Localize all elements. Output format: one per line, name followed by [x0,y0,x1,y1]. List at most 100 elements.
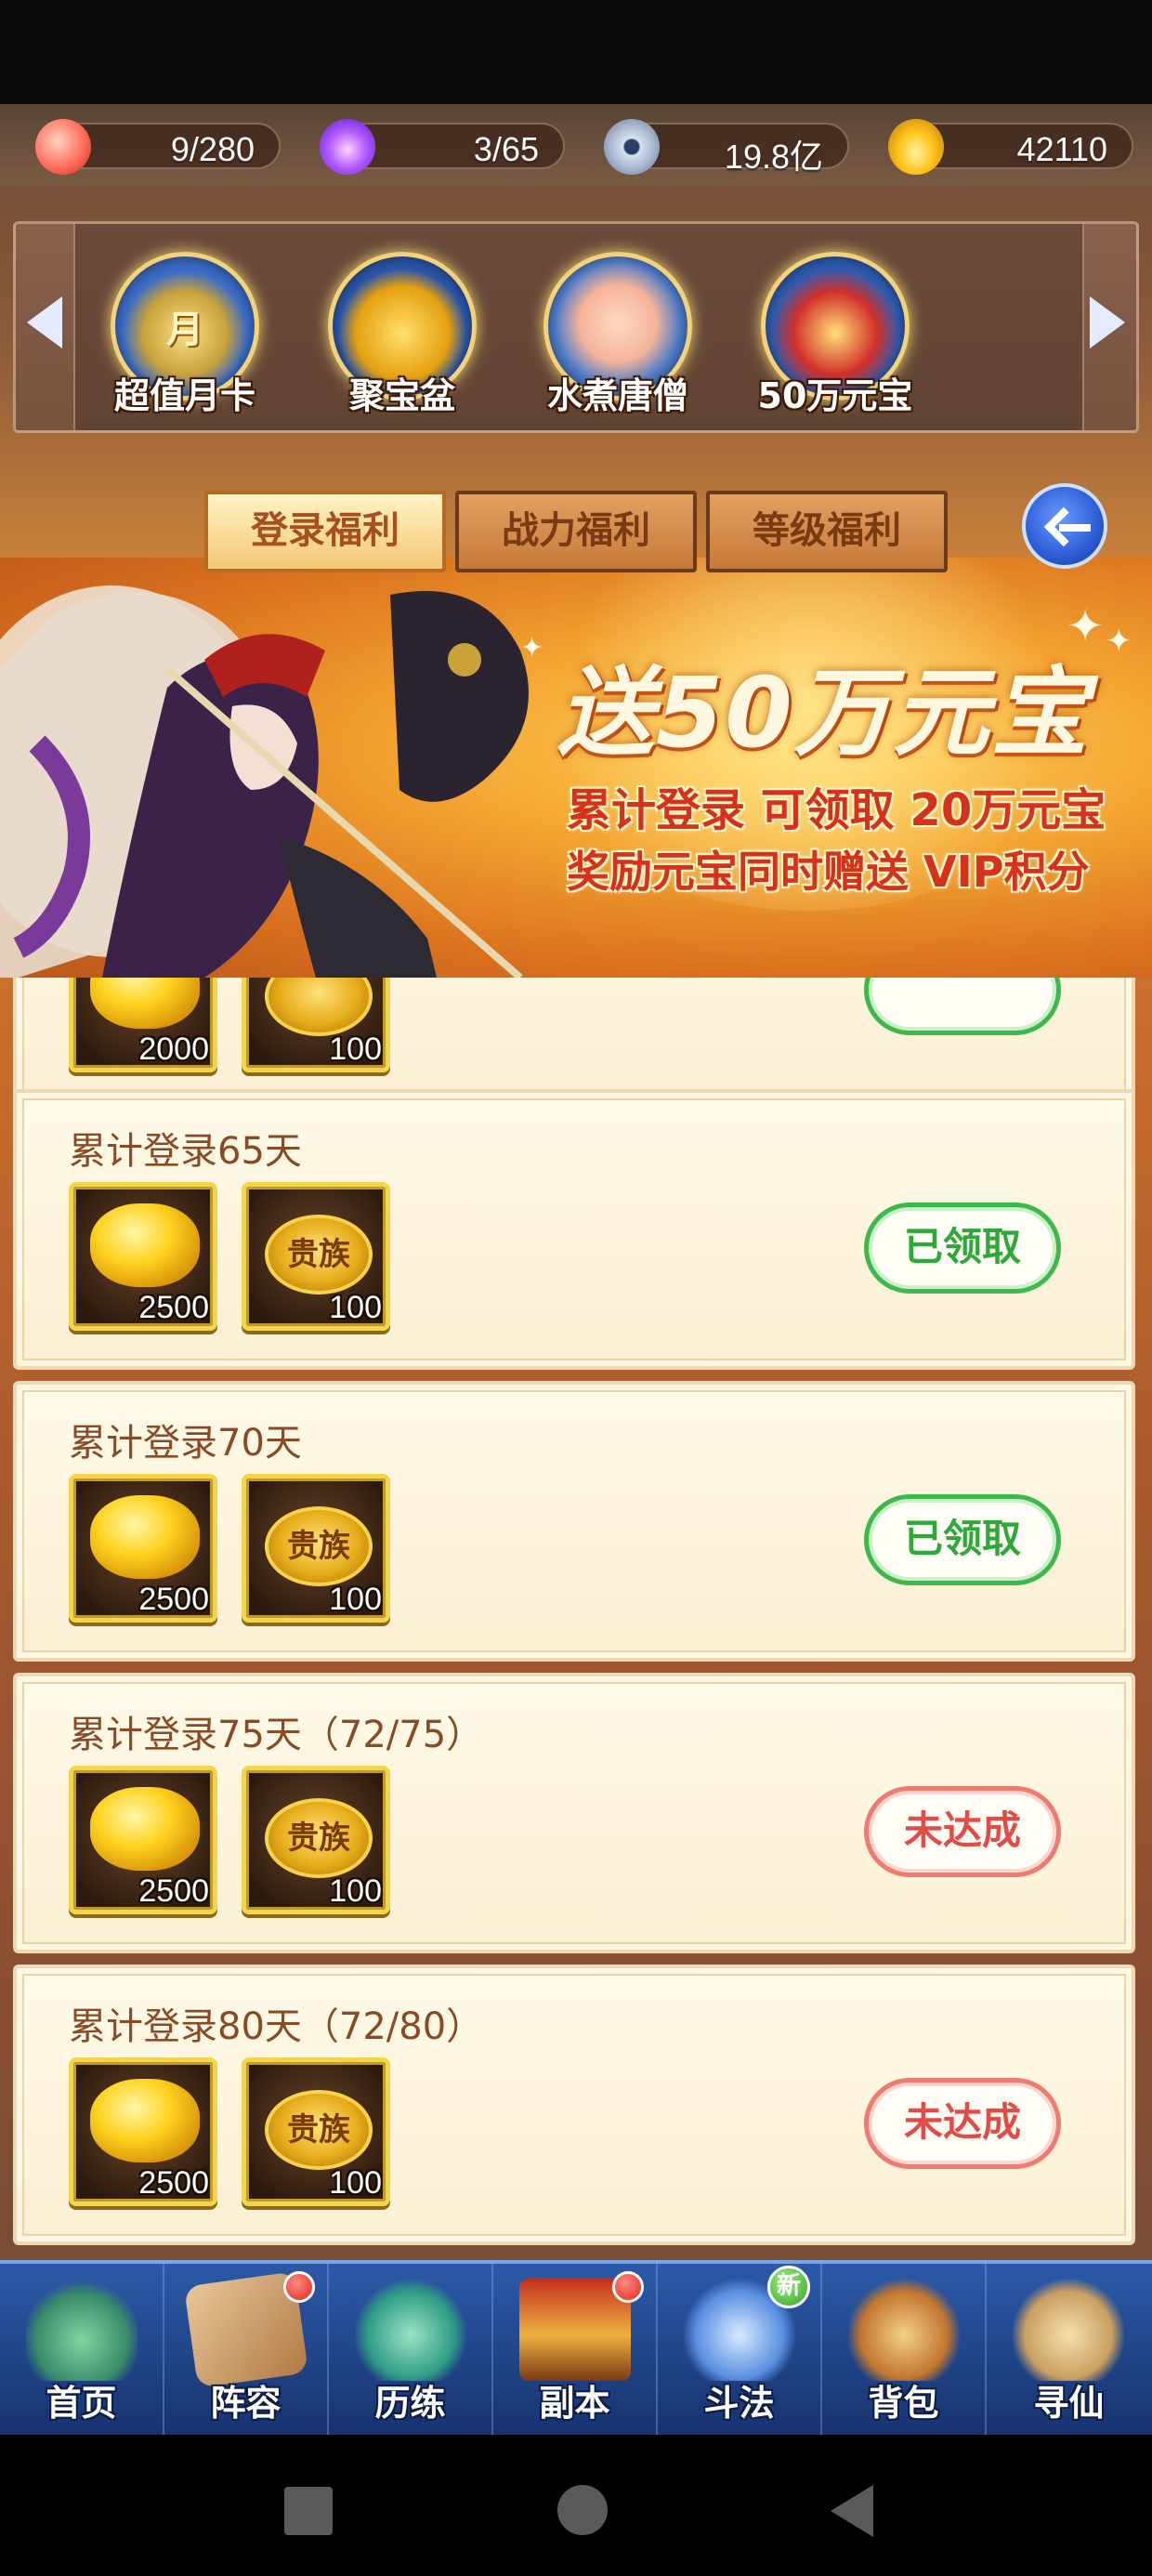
notification-dot [283,2271,315,2303]
nav-label: 首页 [46,2383,117,2424]
spirit-flame-icon [320,119,375,175]
bottom-nav: 首页 阵容 历练 副本 新 斗法 背包 寻仙 [0,2260,1152,2435]
nav-training[interactable]: 历练 [329,2264,493,2435]
banner-line-2: 奖励元宝同时赠送 VIP积分 [567,847,1090,897]
backpack-icon [848,2279,960,2381]
noble-points-icon: 贵族 [265,2090,373,2170]
resource-coin-value: 19.8亿 [724,138,823,176]
status-bar [0,0,1152,104]
reward-qty: 100 [329,1290,382,1325]
resource-bar: 9/280 3/65 19.8亿 42110 [0,104,1152,186]
nav-duel[interactable]: 新 斗法 [658,2264,822,2435]
reward-item-noble[interactable]: 贵族 100 [242,1766,390,1914]
banner-title: 送50万元宝 [557,656,1090,769]
nav-lineup[interactable]: 阵容 [164,2264,329,2435]
reward-item-gold[interactable]: 2500 [69,2057,217,2206]
not-achieved-button[interactable]: 未达成 [864,1786,1061,1877]
sparkle-icon: ✦ [520,632,544,664]
scroll-seek-icon [1013,2279,1124,2381]
carousel-next-arrow-icon[interactable] [1090,296,1125,348]
carousel-prev-arrow-icon[interactable] [27,296,62,348]
reward-qty: 100 [329,1032,382,1067]
event-banner: 送50万元宝 累计登录 可领取 20万元宝 奖励元宝同时赠送 VIP积分 ✦ ✦… [0,558,1152,978]
system-navigation-bar [0,2435,1152,2576]
reward-qty: 2000 [138,1032,209,1067]
gold-ingots-icon [90,1787,200,1871]
nav-label: 斗法 [703,2383,775,2424]
promo-500k-ingots[interactable]: 50万元宝 [758,252,912,428]
monthly-card-badge: 月 [166,309,203,351]
reward-item-noble[interactable]: 100 [242,978,390,1072]
promo-label: 50万元宝 [757,375,913,416]
reward-row-80: 累计登录80天（72/80） 2500 贵族 100 未达成 [13,1965,1135,2245]
reward-qty: 100 [329,1873,382,1909]
reward-qty: 2500 [138,1582,209,1617]
nav-dungeon[interactable]: 副本 [493,2264,658,2435]
reward-item-noble[interactable]: 贵族 100 [242,2057,390,2206]
reward-item-noble[interactable]: 贵族 100 [242,1474,390,1623]
gold-ingots-icon [90,1203,200,1287]
resource-peach-value: 9/280 [170,130,255,168]
reward-qty: 100 [329,1582,382,1617]
reward-row-75: 累计登录75天（72/75） 2500 贵族 100 未达成 [13,1673,1135,1953]
not-achieved-button[interactable]: 未达成 [864,2078,1061,2169]
promo-treasure-bowl[interactable]: 聚宝盆 [326,252,478,428]
reward-qty: 100 [329,2165,382,2201]
gourd-training-icon [355,2279,466,2381]
reward-row-65: 累计登录65天 2500 贵族 100 已领取 [13,1089,1135,1370]
reward-title: 累计登录70天 [69,1422,302,1465]
tab-level-rewards[interactable]: 等级福利 [706,491,948,572]
reward-item-gold[interactable]: 2000 [69,978,217,1072]
gold-ingots-icon [90,978,200,1029]
claimed-button[interactable] [864,978,1061,1035]
nav-seek-immortal[interactable]: 寻仙 [987,2264,1151,2435]
banner-line-1: 累计登录 可领取 20万元宝 [567,784,1106,836]
resource-ingot-value: 42110 [1016,130,1107,168]
home-icon[interactable] [557,2485,608,2535]
noble-points-icon: 贵族 [265,1506,373,1586]
resource-spirit-value: 3/65 [473,130,539,168]
new-badge: 新 [767,2266,810,2308]
nav-label: 历练 [374,2383,446,2424]
reward-title: 累计登录75天（72/75） [69,1714,484,1756]
game-screen: 9/280 3/65 19.8亿 42110 月 超值月卡 聚宝盆 水煮唐僧 5… [0,0,1152,2576]
nav-label: 寻仙 [1033,2383,1105,2424]
reward-title: 累计登录80天（72/80） [69,2005,484,2048]
promo-label: 超值月卡 [113,375,255,416]
reward-item-gold[interactable]: 2500 [69,1182,217,1331]
nav-label: 背包 [868,2383,939,2424]
copper-coin-icon [604,119,660,175]
gold-ingots-icon [90,2079,200,2162]
resource-ingot[interactable]: 42110 [888,119,1133,175]
gold-ingots-icon [90,1495,200,1579]
peach-icon [35,119,91,175]
claimed-button[interactable]: 已领取 [864,1203,1061,1294]
nav-home[interactable]: 首页 [0,2264,164,2435]
back-icon[interactable] [831,2485,873,2537]
resource-peach[interactable]: 9/280 [35,119,281,175]
promo-carousel: 月 超值月卡 聚宝盆 水煮唐僧 50万元宝 [13,221,1139,433]
hero-character-illustration [0,585,529,978]
recent-apps-icon[interactable] [284,2487,333,2535]
mountain-home-icon [26,2279,137,2381]
resource-spirit[interactable]: 3/65 [320,119,565,175]
claimed-button[interactable]: 已领取 [864,1494,1061,1585]
tab-power-rewards[interactable]: 战力福利 [455,491,697,572]
back-arrow-stem [1059,524,1091,532]
reward-item-noble[interactable]: 贵族 100 [242,1182,390,1331]
notification-dot [612,2271,644,2303]
promo-label: 水煮唐僧 [546,375,688,416]
reward-item-gold[interactable]: 2500 [69,1766,217,1914]
resource-coin[interactable]: 19.8亿 [604,119,849,176]
nav-bag[interactable]: 背包 [822,2264,987,2435]
reward-list[interactable]: 2000 100 累计登录65天 2500 贵族 100 已领取 累计登录70天 [0,978,1152,2260]
promo-monthly-card[interactable]: 月 超值月卡 [109,252,261,428]
tab-login-rewards[interactable]: 登录福利 [204,491,446,572]
promo-boiled-monk[interactable]: 水煮唐僧 [542,252,694,428]
reward-qty: 2500 [138,1873,209,1909]
gold-ingot-icon [888,119,944,175]
reward-item-gold[interactable]: 2500 [69,1474,217,1623]
nav-label: 阵容 [210,2383,281,2424]
back-button[interactable] [1022,483,1107,569]
noble-points-icon: 贵族 [265,1798,373,1878]
